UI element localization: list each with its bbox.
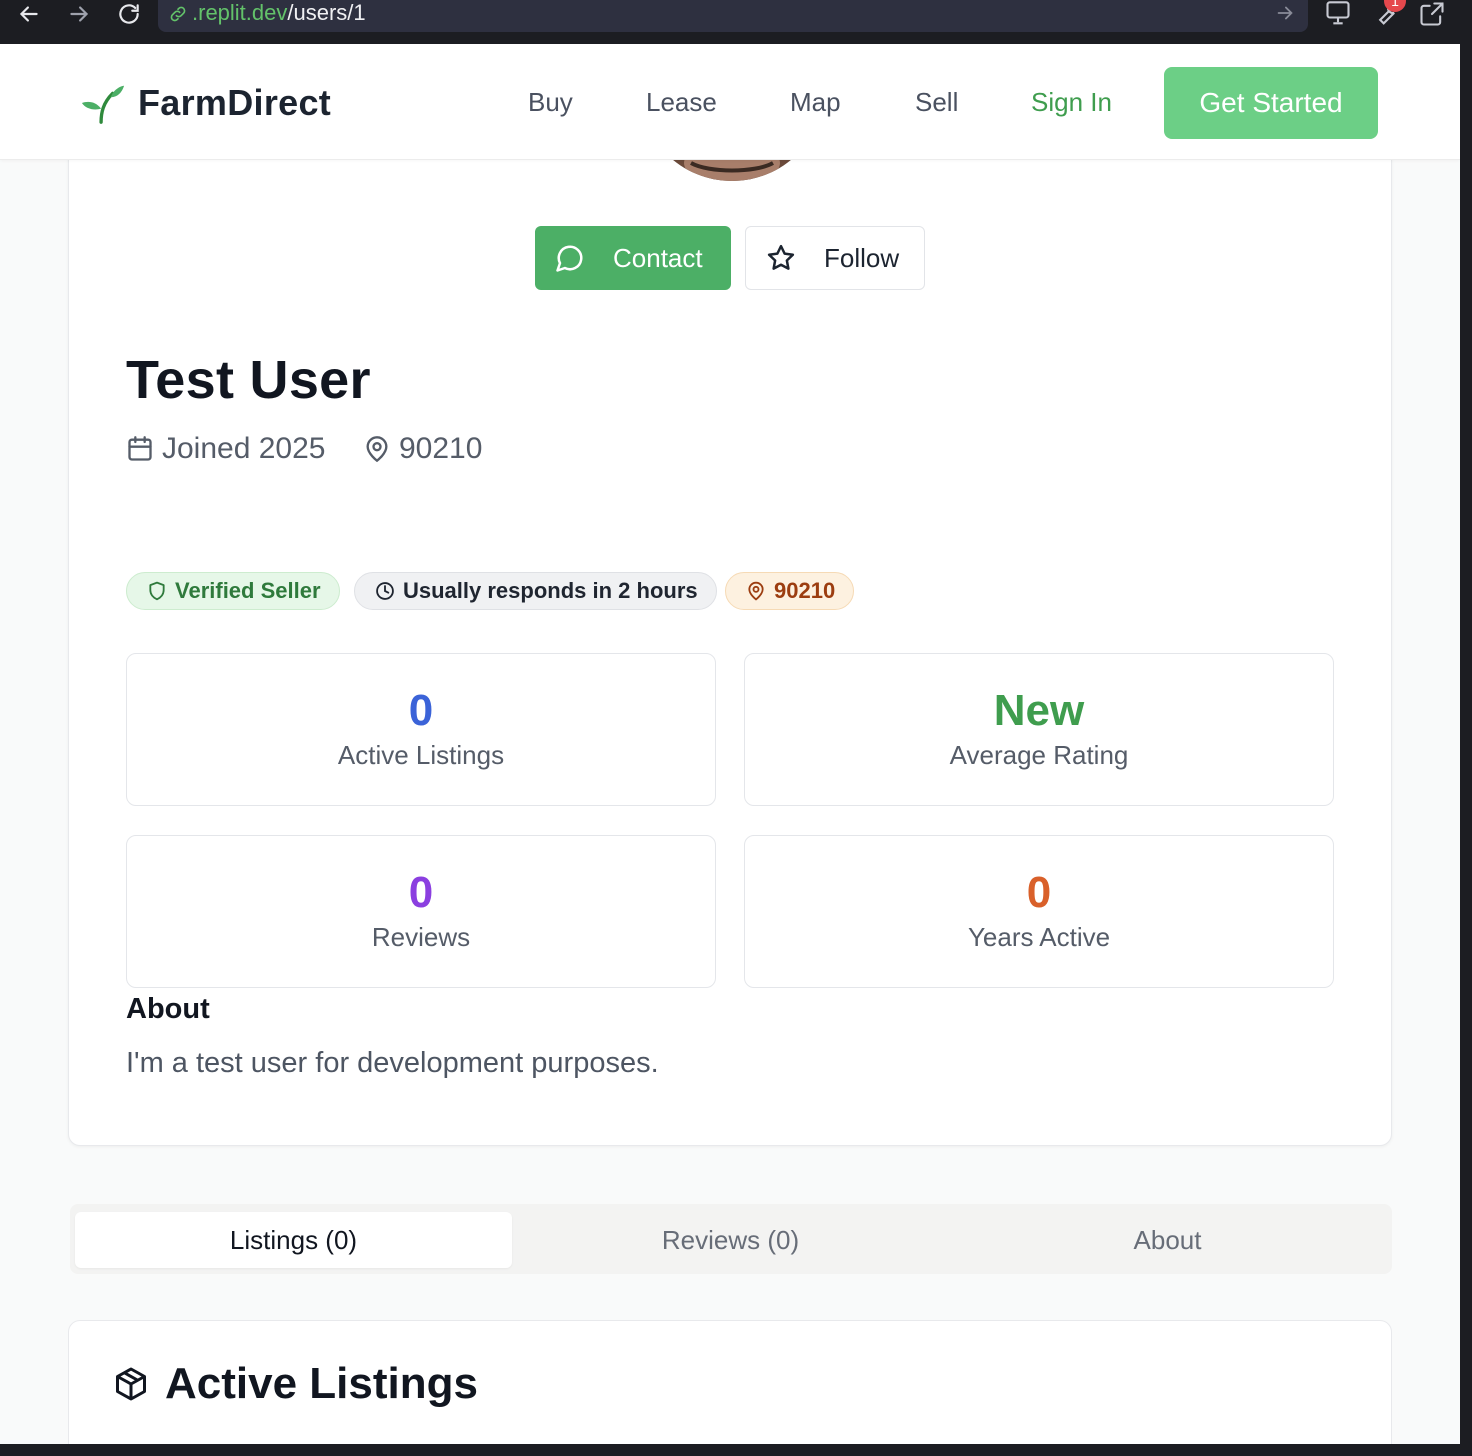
- joined-text: Joined 2025: [162, 432, 326, 465]
- site-header: FarmDirect Buy Lease Map Sell Sign In Ge…: [0, 44, 1460, 160]
- zip-text: 90210: [774, 578, 836, 603]
- stat-value: 0: [1026, 868, 1052, 917]
- tab-about[interactable]: About: [949, 1212, 1386, 1268]
- map-pin-icon: [748, 581, 764, 601]
- page-viewport: FarmDirect Buy Lease Map Sell Sign In Ge…: [0, 44, 1460, 1444]
- stat-years-active: 0 Years Active: [744, 835, 1334, 988]
- profile-tabs: Listings (0) Reviews (0) About: [70, 1204, 1392, 1274]
- stat-value: New: [993, 686, 1085, 735]
- calendar-icon: [128, 436, 152, 461]
- get-started-button[interactable]: Get Started: [1164, 67, 1378, 139]
- brand-name: FarmDirect: [138, 82, 332, 123]
- reload-icon[interactable]: [114, 0, 144, 28]
- active-listings-title: Active Listings: [165, 1359, 478, 1408]
- profile-card: Contact Follow Test User Joined 2025 902…: [68, 104, 1392, 1146]
- stat-label: Active Listings: [337, 740, 505, 770]
- zip-badge: 90210: [725, 572, 855, 610]
- location-info: 90210: [363, 432, 482, 466]
- stat-label: Average Rating: [949, 740, 1129, 770]
- verified-seller-text: Verified Seller: [175, 578, 321, 603]
- stat-label: Reviews: [371, 922, 471, 952]
- contact-label: Contact: [613, 242, 703, 273]
- sprout-icon: [81, 85, 125, 124]
- response-time-text: Usually responds in 2 hours: [403, 578, 698, 603]
- forward-arrow-icon[interactable]: [64, 0, 94, 28]
- url-host: .replit.dev: [192, 0, 288, 25]
- stat-value: 0: [408, 686, 434, 735]
- location-text: 90210: [399, 432, 483, 465]
- back-arrow-icon[interactable]: [14, 0, 44, 28]
- response-time-badge: Usually responds in 2 hours: [354, 572, 717, 610]
- follow-label: Follow: [824, 242, 900, 273]
- verified-seller-badge: Verified Seller: [126, 572, 340, 610]
- active-listings-card: Active Listings: [68, 1320, 1392, 1444]
- brand-logo[interactable]: FarmDirect: [80, 80, 331, 126]
- map-pin-icon: [366, 436, 388, 463]
- scrollbar[interactable]: [1460, 44, 1472, 1456]
- user-name: Test User: [126, 350, 371, 410]
- window-bottom-edge: [0, 1444, 1472, 1456]
- link-icon: [170, 6, 186, 22]
- joined-info: Joined 2025: [126, 432, 325, 466]
- contact-button[interactable]: Contact: [535, 226, 731, 290]
- star-icon: [767, 244, 795, 270]
- active-listings-heading: Active Listings: [113, 1359, 478, 1409]
- url-path: /users/1: [287, 0, 366, 25]
- nav-lease[interactable]: Lease: [646, 86, 717, 118]
- address-bar[interactable]: .replit.dev/users/1: [158, 0, 1308, 32]
- tab-reviews[interactable]: Reviews (0): [512, 1212, 949, 1268]
- stat-label: Years Active: [967, 922, 1111, 952]
- follow-button[interactable]: Follow: [745, 226, 925, 290]
- stat-reviews: 0 Reviews: [126, 835, 716, 988]
- package-icon: [116, 1367, 146, 1401]
- shield-icon: [149, 581, 165, 601]
- stat-value: 0: [408, 868, 434, 917]
- sign-in-link[interactable]: Sign In: [1031, 86, 1112, 118]
- stat-average-rating: New Average Rating: [744, 653, 1334, 806]
- about-text: I'm a test user for development purposes…: [126, 1047, 659, 1079]
- message-circle-icon: [556, 245, 583, 272]
- clock-icon: [376, 582, 394, 600]
- open-external-icon[interactable]: [1418, 0, 1446, 28]
- nav-map[interactable]: Map: [790, 86, 841, 118]
- monitor-icon[interactable]: [1324, 0, 1352, 28]
- browser-toolbar: .replit.dev/users/1 1: [0, 0, 1472, 44]
- stat-active-listings: 0 Active Listings: [126, 653, 716, 806]
- tab-listings[interactable]: Listings (0): [75, 1212, 512, 1268]
- about-heading: About: [126, 993, 210, 1025]
- go-arrow-icon[interactable]: [1274, 2, 1296, 24]
- nav-sell[interactable]: Sell: [915, 86, 958, 118]
- nav-buy[interactable]: Buy: [528, 86, 573, 118]
